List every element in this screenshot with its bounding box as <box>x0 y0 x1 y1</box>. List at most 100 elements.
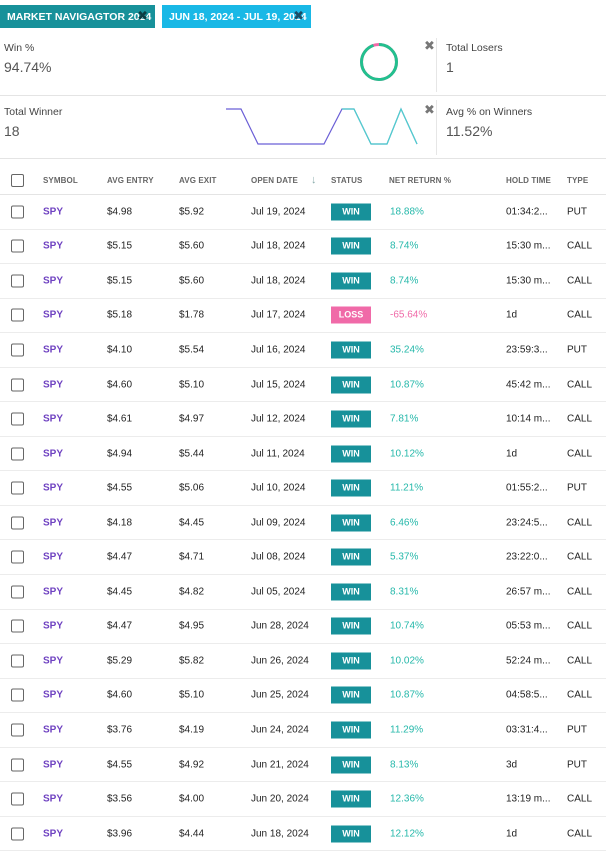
table-row[interactable]: SPY $5.15 $5.60 Jul 18, 2024 WIN 8.74% 15:30 m… <box>0 264 606 299</box>
header-hold-time[interactable]: HOLD TIME <box>506 176 551 185</box>
remove-filter-icon[interactable]: ✖ <box>137 9 148 22</box>
header-type[interactable]: TYPE <box>567 176 588 185</box>
row-checkbox[interactable] <box>11 827 24 841</box>
table-row[interactable]: SPY $5.29 $5.82 Jun 26, 2024 WIN 10.02% 52:24 … <box>0 644 606 679</box>
total-winner-value: 18 <box>4 123 20 139</box>
symbol-link[interactable]: SPY <box>43 379 63 390</box>
table-row[interactable]: SPY $4.60 $5.10 Jul 15, 2024 WIN 10.87% 45:42 … <box>0 368 606 403</box>
symbol-link[interactable]: SPY <box>43 310 63 321</box>
row-checkbox[interactable] <box>11 688 24 702</box>
sort-down-arrow-icon[interactable]: ↓ <box>311 174 317 186</box>
symbol-link[interactable]: SPY <box>43 483 63 494</box>
type-cell: PUT <box>567 206 587 218</box>
header-net-return[interactable]: NET RETURN % <box>389 176 451 185</box>
row-checkbox[interactable] <box>11 516 24 530</box>
hold-time-cell: 3d <box>506 759 518 771</box>
total-losers-label: Total Losers <box>446 42 503 54</box>
symbol-link[interactable]: SPY <box>43 655 63 666</box>
avg-entry-cell: $4.94 <box>107 448 133 460</box>
table-row[interactable]: SPY $4.55 $5.06 Jul 10, 2024 WIN 11.21% 01:55:… <box>0 471 606 506</box>
row-checkbox[interactable] <box>11 619 24 633</box>
net-return-cell: 6.46% <box>390 517 419 529</box>
win-pct-value: 94.74% <box>4 59 52 75</box>
header-symbol[interactable]: SYMBOL <box>43 176 78 185</box>
row-checkbox[interactable] <box>11 585 24 599</box>
symbol-link[interactable]: SPY <box>43 586 63 597</box>
symbol-link[interactable]: SPY <box>43 794 63 805</box>
table-row[interactable]: SPY $4.47 $4.95 Jun 28, 2024 WIN 10.74% 05:53 … <box>0 610 606 645</box>
open-date-cell: Jun 28, 2024 <box>251 620 309 632</box>
row-checkbox[interactable] <box>11 550 24 564</box>
symbol-link[interactable]: SPY <box>43 517 63 528</box>
symbol-link[interactable]: SPY <box>43 448 63 459</box>
close-card-icon[interactable]: ✖ <box>424 39 435 52</box>
row-checkbox[interactable] <box>11 654 24 668</box>
hold-time-cell: 45:42 m... <box>506 379 551 391</box>
table-row[interactable]: SPY $3.76 $4.19 Jun 24, 2024 WIN 11.29% 03:31:… <box>0 713 606 748</box>
table-row[interactable]: SPY $4.98 $5.92 Jul 19, 2024 WIN 18.88% 01:34:… <box>0 195 606 230</box>
type-cell: CALL <box>567 655 593 667</box>
table-row[interactable]: SPY $4.47 $4.71 Jul 08, 2024 WIN 5.37% 23:22:0… <box>0 541 606 576</box>
symbol-link[interactable]: SPY <box>43 344 63 355</box>
row-checkbox[interactable] <box>11 447 24 461</box>
symbol-link[interactable]: SPY <box>43 725 63 736</box>
table-row[interactable]: SPY $4.10 $5.54 Jul 16, 2024 WIN 35.24% 23:59:… <box>0 333 606 368</box>
table-row[interactable]: SPY $4.45 $4.82 Jul 05, 2024 WIN 8.31% 26:57 m… <box>0 575 606 610</box>
avg-entry-cell: $4.47 <box>107 551 133 563</box>
close-card-icon[interactable]: ✖ <box>424 103 435 116</box>
row-checkbox[interactable] <box>11 481 24 495</box>
win-pct-card: Win % 94.74% <box>4 42 51 75</box>
symbol-link[interactable]: SPY <box>43 621 63 632</box>
table-row[interactable]: SPY $5.15 $5.60 Jul 18, 2024 WIN 8.74% 15:30 m… <box>0 230 606 265</box>
status-badge: LOSS <box>331 306 371 324</box>
card-divider <box>436 38 437 92</box>
table-row[interactable]: SPY $3.56 $4.00 Jun 20, 2024 WIN 12.36% 13:19 … <box>0 782 606 817</box>
avg-pct-winners-card: Avg % on Winners 11.52% <box>446 106 532 139</box>
symbol-link[interactable]: SPY <box>43 759 63 770</box>
avg-exit-cell: $4.92 <box>179 759 205 771</box>
header-avg-exit[interactable]: AVG EXIT <box>179 176 217 185</box>
table-row[interactable]: SPY $4.55 $4.92 Jun 21, 2024 WIN 8.13% 3d PUT <box>0 748 606 783</box>
header-open-date[interactable]: OPEN DATE <box>251 176 298 185</box>
avg-pct-winners-value: 11.52% <box>446 123 493 139</box>
table-row[interactable]: SPY $4.61 $4.97 Jul 12, 2024 WIN 7.81% 10:14 m… <box>0 402 606 437</box>
symbol-link[interactable]: SPY <box>43 241 63 252</box>
filter-tag-label: JUN 18, 2024 - JUL 19, 2024 <box>169 10 307 23</box>
symbol-link[interactable]: SPY <box>43 275 63 286</box>
row-checkbox[interactable] <box>11 239 24 253</box>
symbol-link[interactable]: SPY <box>43 414 63 425</box>
row-checkbox[interactable] <box>11 308 24 322</box>
row-checkbox[interactable] <box>11 274 24 288</box>
filter-tag-date-range[interactable]: JUN 18, 2024 - JUL 19, 2024 ✖ <box>162 5 311 28</box>
type-cell: PUT <box>567 344 587 356</box>
row-checkbox[interactable] <box>11 343 24 357</box>
header-status[interactable]: STATUS <box>331 176 362 185</box>
row-checkbox[interactable] <box>11 723 24 737</box>
open-date-cell: Jul 18, 2024 <box>251 240 306 252</box>
hold-time-cell: 1d <box>506 309 518 321</box>
symbol-link[interactable]: SPY <box>43 828 63 839</box>
filter-tag-strategy[interactable]: MARKET NAVIGAGTOR 2024 ✖ <box>0 5 155 28</box>
type-cell: CALL <box>567 586 593 598</box>
row-checkbox[interactable] <box>11 792 24 806</box>
table-row[interactable]: SPY $5.18 $1.78 Jul 17, 2024 LOSS -65.64% 1d CA… <box>0 299 606 334</box>
table-row[interactable]: SPY $4.18 $4.45 Jul 09, 2024 WIN 6.46% 23:24:5… <box>0 506 606 541</box>
donut-win-arc <box>360 43 398 81</box>
symbol-link[interactable]: SPY <box>43 690 63 701</box>
row-checkbox[interactable] <box>11 205 24 219</box>
symbol-link[interactable]: SPY <box>43 552 63 563</box>
table-row[interactable]: SPY $3.96 $4.44 Jun 18, 2024 WIN 12.12% 1d CALL <box>0 817 606 852</box>
table-row[interactable]: SPY $4.94 $5.44 Jul 11, 2024 WIN 10.12% 1d CALL <box>0 437 606 472</box>
open-date-cell: Jul 15, 2024 <box>251 379 306 391</box>
select-all-checkbox[interactable] <box>11 174 24 187</box>
symbol-link[interactable]: SPY <box>43 206 63 217</box>
card-row-divider <box>0 158 606 159</box>
row-checkbox[interactable] <box>11 378 24 392</box>
remove-filter-icon[interactable]: ✖ <box>293 9 304 22</box>
table-row[interactable]: SPY $4.60 $5.10 Jun 25, 2024 WIN 10.87% 04:58:… <box>0 679 606 714</box>
status-badge: WIN <box>331 445 371 463</box>
row-checkbox[interactable] <box>11 412 24 426</box>
type-cell: CALL <box>567 828 593 840</box>
header-avg-entry[interactable]: AVG ENTRY <box>107 176 154 185</box>
row-checkbox[interactable] <box>11 758 24 772</box>
